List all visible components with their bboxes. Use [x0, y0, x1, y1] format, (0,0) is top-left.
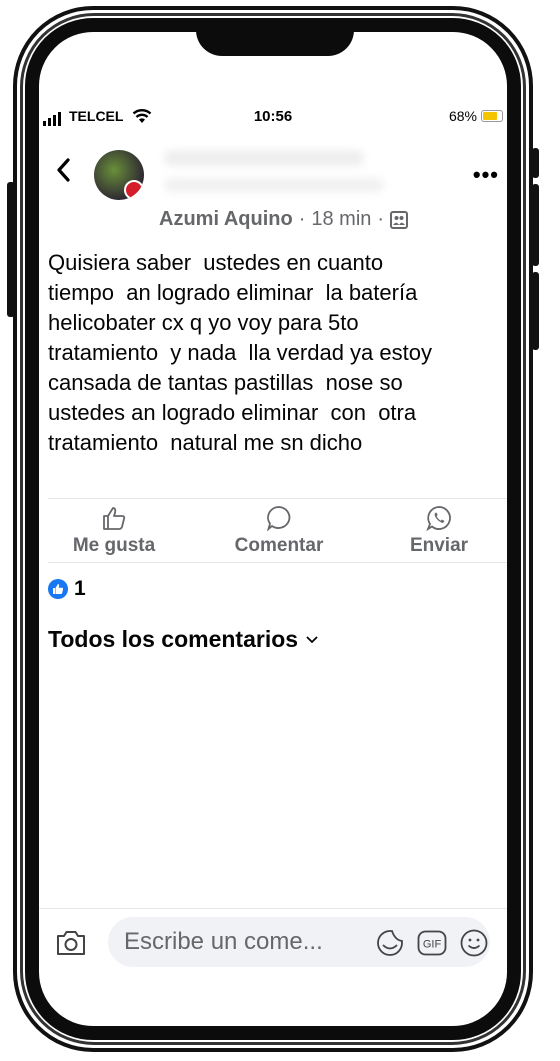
phone-side-button-right-2 [532, 184, 539, 266]
comment-label: Comentar [234, 535, 324, 556]
composer-icons: GIF [375, 928, 489, 963]
comments-filter[interactable]: Todos los comentarios [48, 626, 318, 653]
gif-icon[interactable]: GIF [417, 930, 447, 961]
reaction-count: 1 [74, 577, 86, 600]
text-fade-overlay [39, 452, 507, 492]
post-meta: Azumi Aquino · 18 min · [159, 208, 409, 231]
back-chevron-icon[interactable] [53, 156, 75, 184]
screen: TELCEL 10:56 68% ••• Azumi Aquino · 18 m… [39, 32, 507, 1026]
status-bar: TELCEL 10:56 68% [39, 106, 507, 130]
phone-side-button-right-1 [532, 148, 539, 178]
comment-composer: Escribe un come... GIF [39, 908, 507, 975]
comment-bubble-icon [267, 506, 291, 531]
group-avatar[interactable] [94, 150, 144, 200]
svg-text:GIF: GIF [423, 939, 442, 951]
share-button[interactable]: Enviar [399, 505, 479, 557]
whatsapp-icon [426, 506, 451, 531]
group-icon [390, 210, 409, 229]
like-reaction-icon [48, 579, 68, 599]
blurred-group-name [164, 150, 364, 166]
blurred-group-subtitle [164, 178, 384, 192]
chevron-down-icon [306, 635, 318, 643]
sticker-icon[interactable] [375, 928, 405, 963]
emoji-icon[interactable] [459, 928, 489, 963]
phone-notch [196, 26, 354, 56]
camera-icon[interactable] [55, 929, 87, 962]
phone-side-button-left [7, 182, 15, 317]
divider-bottom [48, 562, 507, 563]
divider-top [48, 498, 507, 499]
post-actions: Me gusta Comentar Enviar [39, 505, 507, 565]
more-dots-icon[interactable]: ••• [473, 162, 499, 188]
comments-header-label: Todos los comentarios [48, 626, 299, 652]
comment-button[interactable]: Comentar [224, 505, 334, 557]
meta-separator-2: · [377, 208, 385, 230]
share-label: Enviar [409, 535, 469, 556]
like-label: Me gusta [72, 535, 156, 556]
meta-separator: · [298, 208, 306, 230]
comment-placeholder: Escribe un come... [124, 928, 323, 955]
reaction-summary[interactable]: 1 [48, 577, 86, 601]
like-button[interactable]: Me gusta [64, 505, 164, 557]
battery-icon [481, 110, 503, 122]
post-time[interactable]: 18 min [311, 208, 371, 231]
post-body-text: Quisiera saber ustedes en cuanto tiempo … [48, 250, 432, 455]
avatar-badge [124, 180, 144, 200]
like-thumb-icon [103, 507, 126, 530]
post-author[interactable]: Azumi Aquino [159, 208, 293, 231]
battery-percent: 68% [448, 108, 477, 124]
phone-side-button-right-3 [532, 272, 539, 350]
status-time: 10:56 [253, 108, 293, 125]
